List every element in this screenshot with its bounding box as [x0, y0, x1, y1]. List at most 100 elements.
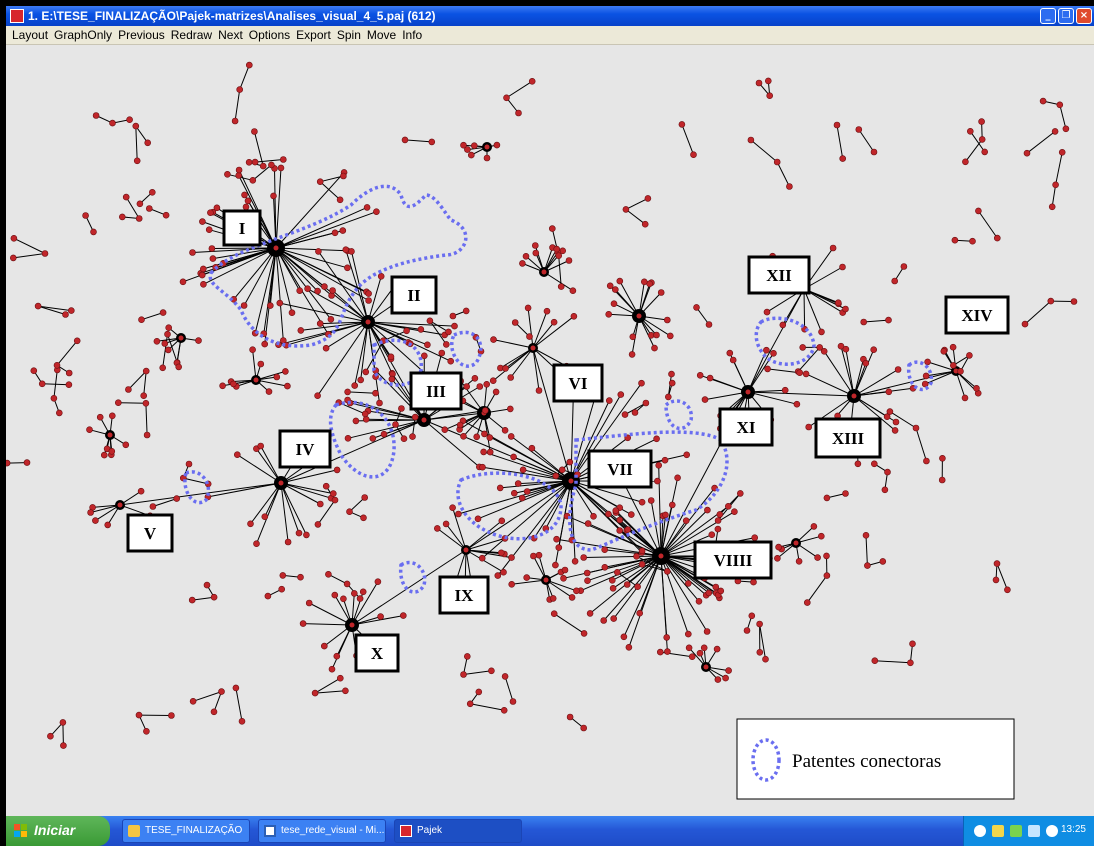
graph-node — [471, 374, 479, 382]
graph-node — [508, 554, 515, 561]
task-folder-label: TESE_FINALIZAÇÃO — [145, 825, 243, 836]
graph-node — [561, 566, 569, 574]
monitor-icon[interactable] — [1028, 825, 1040, 837]
task-pajek-label: Pajek — [417, 825, 443, 836]
graph-node — [455, 510, 462, 518]
graph-node — [978, 136, 986, 143]
menu-redraw[interactable]: Redraw — [171, 26, 212, 44]
graph-node — [284, 538, 292, 546]
graph-node — [420, 352, 428, 360]
graph-node — [611, 286, 619, 293]
graph-node — [655, 461, 663, 469]
pajek-app-icon[interactable] — [10, 9, 24, 23]
graph-node — [474, 515, 482, 523]
minimize-button[interactable]: _ — [1040, 8, 1056, 24]
graph-node — [938, 476, 946, 484]
menu-next[interactable]: Next — [218, 26, 243, 44]
graph-node — [714, 525, 722, 533]
menu-options[interactable]: Options — [249, 26, 290, 44]
graph-node — [750, 578, 757, 586]
graph-node — [314, 287, 321, 295]
restore-button[interactable]: ❐ — [1058, 8, 1074, 24]
graph-node — [257, 442, 264, 450]
hub-node-center — [117, 502, 123, 508]
cluster-label-text: XIII — [832, 429, 865, 448]
graph-node — [654, 477, 661, 485]
menu-previous[interactable]: Previous — [118, 26, 165, 44]
graph-node — [657, 289, 665, 296]
graph-node — [486, 434, 494, 441]
graph-node — [653, 331, 660, 339]
graph-node — [663, 634, 671, 641]
network-graph-canvas[interactable]: IIIIIIIVVVIVIIVIIIIIXXXIXIIXIIIXIV Paten… — [6, 45, 1094, 816]
graph-node — [144, 139, 151, 147]
graph-node — [331, 591, 339, 599]
graph-node — [140, 392, 147, 400]
graph-node — [802, 370, 810, 378]
graph-node — [478, 554, 486, 562]
menu-layout[interactable]: Layout — [12, 26, 48, 44]
graph-node — [879, 558, 887, 565]
graph-node — [86, 426, 93, 434]
graph-node — [380, 430, 388, 438]
graph-node — [600, 617, 608, 624]
menu-export[interactable]: Export — [296, 26, 331, 44]
task-word-document[interactable]: tese_rede_visual - Mi... — [258, 819, 386, 843]
graph-node — [653, 435, 660, 443]
graph-node — [236, 86, 243, 93]
graph-node — [860, 318, 868, 326]
graph-node — [240, 302, 248, 309]
graph-node — [560, 574, 567, 582]
graph-node — [663, 568, 671, 575]
graph-node — [696, 371, 704, 379]
graph-node — [284, 382, 291, 390]
graph-node — [855, 126, 863, 133]
graph-node — [610, 615, 618, 622]
menu-info[interactable]: Info — [402, 26, 422, 44]
graph-node — [940, 347, 948, 355]
graph-node — [523, 488, 531, 495]
menu-spin[interactable]: Spin — [337, 26, 361, 44]
graph-edge — [211, 247, 277, 249]
graph-node — [636, 609, 644, 617]
graph-node — [528, 77, 536, 85]
graph-node — [377, 273, 385, 280]
graph-node — [65, 369, 73, 377]
graph-node — [724, 502, 732, 510]
graph-node — [132, 122, 140, 130]
graph-node — [644, 195, 652, 202]
start-button[interactable]: Iniciar — [6, 816, 110, 846]
task-pajek[interactable]: Pajek — [394, 819, 522, 843]
menu-move[interactable]: Move — [367, 26, 396, 44]
graph-node — [731, 508, 738, 516]
graph-node — [268, 161, 275, 169]
task-folder[interactable]: TESE_FINALIZAÇÃO — [122, 819, 250, 843]
graph-node — [231, 117, 239, 125]
graph-node — [218, 688, 225, 695]
wireless-icon[interactable] — [1046, 825, 1058, 837]
cluster-label-text: IV — [296, 440, 316, 459]
graph-node — [492, 388, 500, 396]
speaker-icon[interactable] — [992, 825, 1004, 837]
graph-node — [445, 328, 452, 336]
graph-node — [862, 359, 870, 367]
title-bar[interactable]: 1. E:\TESE_FINALIZAÇÃO\Pajek-matrizes\An… — [6, 6, 1094, 26]
graph-node — [251, 128, 258, 135]
graph-node — [555, 544, 563, 551]
graph-node — [981, 148, 989, 156]
graph-node — [143, 727, 150, 735]
graph-node — [764, 365, 771, 373]
network-icon[interactable] — [1010, 825, 1022, 837]
graph-node — [909, 640, 916, 648]
clock: 13:25 — [1060, 824, 1086, 835]
window-title: 1. E:\TESE_FINALIZAÇÃO\Pajek-matrizes\An… — [28, 9, 436, 23]
close-button[interactable]: × — [1076, 8, 1092, 24]
graph-node — [714, 517, 722, 524]
graph-node — [507, 374, 515, 381]
hub-node-center — [543, 577, 549, 583]
graph-node — [763, 346, 770, 354]
menu-graphonly[interactable]: GraphOnly — [54, 26, 112, 44]
graph-node — [59, 719, 67, 726]
arrow-left-icon[interactable] — [974, 825, 986, 837]
graph-node — [411, 413, 419, 421]
